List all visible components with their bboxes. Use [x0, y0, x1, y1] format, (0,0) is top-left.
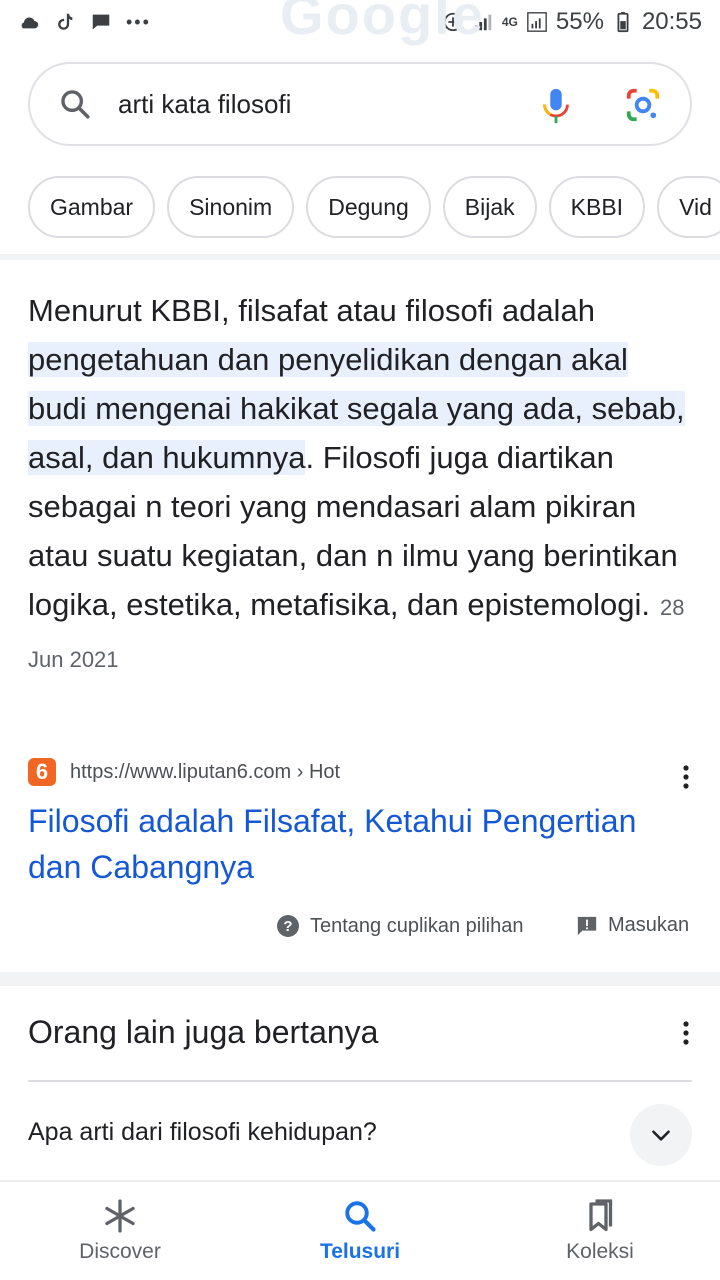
- divider: [28, 1080, 692, 1082]
- nav-label: Koleksi: [566, 1240, 634, 1263]
- result-url[interactable]: https://www.liputan6.com › Hot: [70, 761, 340, 784]
- more-options-icon[interactable]: [682, 764, 690, 790]
- expand-button[interactable]: [630, 1104, 692, 1166]
- tiktok-icon: [58, 13, 73, 30]
- featured-snippet: Menurut KBBI, filsafat atau filosofi ada…: [28, 286, 688, 684]
- nav-label: Telusuri: [319, 1240, 401, 1263]
- google-logo-watermark: Google: [280, 0, 485, 46]
- status-bar: Google ••• 4G 55% 20:55: [0, 0, 720, 46]
- chip-video[interactable]: Vid: [657, 176, 720, 238]
- feedback-label: Masukan: [608, 914, 690, 936]
- chip-degung[interactable]: Degung: [306, 176, 431, 238]
- message-icon: [92, 14, 110, 30]
- snippet-text-before: Menurut KBBI, filsafat atau filosofi ada…: [28, 293, 595, 328]
- search-icon: [61, 90, 90, 119]
- liputan6-favicon: 6: [28, 758, 56, 786]
- chip-bijak[interactable]: Bijak: [442, 176, 537, 238]
- paa-heading: Orang lain juga bertanya: [28, 1014, 379, 1050]
- nav-label: Discover: [79, 1240, 161, 1263]
- chip-gambar[interactable]: Gambar: [28, 176, 156, 238]
- bookmarks-icon: [589, 1199, 613, 1232]
- result-source[interactable]: 6 https://www.liputan6.com › Hot: [28, 758, 340, 786]
- paa-question[interactable]: Apa arti dari filosofi kehidupan?: [28, 1118, 377, 1147]
- clock: 20:55: [641, 8, 702, 35]
- result-title-link[interactable]: Filosofi adalah Filsafat, Ketahui Penger…: [28, 798, 698, 890]
- nav-discover[interactable]: Discover: [0, 1182, 240, 1280]
- svg-text:?: ?: [283, 918, 292, 935]
- divider: [0, 254, 720, 260]
- network-type: 4G: [501, 15, 518, 29]
- cloud-icon: [21, 17, 39, 29]
- help-icon: ?: [277, 915, 299, 937]
- signal-icon-2: [527, 12, 547, 32]
- filter-chips: Gambar Sinonim Degung Bijak KBBI Vid: [28, 176, 720, 238]
- search-input[interactable]: arti kata filosofi: [118, 89, 291, 120]
- feedback-icon: [577, 916, 597, 935]
- feedback-link[interactable]: Masukan: [576, 914, 689, 937]
- chip-sinonim[interactable]: Sinonim: [167, 176, 295, 238]
- search-bar[interactable]: arti kata filosofi: [28, 62, 692, 146]
- battery-icon: [617, 11, 629, 33]
- microphone-icon[interactable]: [538, 86, 574, 126]
- chevron-down-icon: [652, 1130, 670, 1141]
- chip-kbbi[interactable]: KBBI: [548, 176, 646, 238]
- search-icon: [345, 1201, 376, 1232]
- about-snippet-link[interactable]: ? Tentang cuplikan pilihan: [276, 914, 524, 938]
- battery-percent: 55%: [555, 8, 604, 35]
- nav-telusuri[interactable]: Telusuri: [240, 1182, 480, 1280]
- nav-koleksi[interactable]: Koleksi: [480, 1182, 720, 1280]
- overflow-dots: •••: [126, 11, 151, 32]
- google-lens-icon[interactable]: [624, 86, 662, 124]
- asterisk-icon: [105, 1199, 135, 1233]
- more-options-icon[interactable]: [682, 1020, 690, 1046]
- section-divider: [0, 972, 720, 986]
- about-snippet-label: Tentang cuplikan pilihan: [310, 914, 524, 937]
- bottom-navigation: Discover Telusuri Koleksi: [0, 1180, 720, 1280]
